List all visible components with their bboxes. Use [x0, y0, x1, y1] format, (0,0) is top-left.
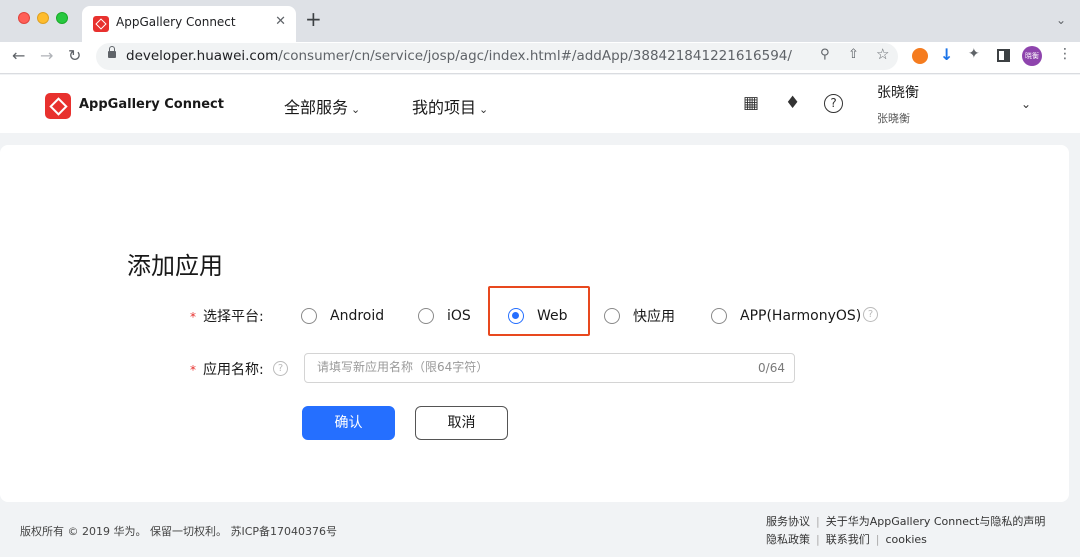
footer-link-service-agreement[interactable]: 服务协议: [766, 515, 810, 528]
logo-text[interactable]: AppGallery Connect: [79, 97, 224, 112]
chevron-down-icon: ⌄: [479, 103, 489, 116]
forward-icon[interactable]: →: [40, 46, 53, 66]
appgallery-logo-icon[interactable]: [45, 93, 71, 119]
download-arrow-icon[interactable]: ↓: [940, 45, 953, 64]
star-icon[interactable]: ☆: [876, 45, 889, 63]
footer-separator: |: [816, 533, 820, 546]
tab-search-chevron-icon[interactable]: ⌄: [1056, 13, 1066, 27]
url-host: developer.huawei.com: [126, 48, 279, 64]
radio-label: Web: [537, 308, 568, 324]
nav-my-projects[interactable]: 我的项目 ⌄: [412, 94, 488, 118]
footer-copyright: 版权所有 © 2019 华为。 保留一切权利。 苏ICP备17040376号: [20, 525, 338, 538]
radio-harmonyos[interactable]: APP(HarmonyOS): [711, 306, 861, 326]
footer-links-row1: 服务协议 | 关于华为AppGallery Connect与隐私的声明: [766, 513, 1045, 529]
required-asterisk: *: [190, 363, 196, 377]
radio-circle[interactable]: [711, 308, 727, 324]
help-icon[interactable]: ?: [824, 94, 843, 113]
nav-my-projects-label: 我的项目: [412, 98, 477, 117]
radio-label: iOS: [447, 308, 471, 324]
footer-link-contact-us[interactable]: 联系我们: [826, 533, 870, 546]
url-text[interactable]: developer.huawei.com/consumer/cn/service…: [126, 48, 792, 64]
radio-web[interactable]: Web: [508, 306, 568, 326]
app-name-label-text: 应用名称:: [203, 362, 264, 378]
radio-label: 快应用: [633, 309, 675, 325]
radio-circle-checked[interactable]: [508, 308, 524, 324]
footer-link-privacy-statement[interactable]: 关于华为AppGallery Connect与隐私的声明: [826, 515, 1046, 528]
maximize-window-button[interactable]: [56, 12, 68, 24]
new-tab-button[interactable]: +: [305, 9, 322, 29]
radio-quick-app[interactable]: 快应用: [604, 306, 675, 326]
cancel-button[interactable]: 取消: [415, 406, 508, 440]
kebab-menu-icon[interactable]: ⋮: [1058, 46, 1072, 62]
browser-toolbar: ← → ↻ developer.huawei.com/consumer/cn/s…: [0, 42, 1080, 74]
back-icon[interactable]: ←: [12, 46, 25, 66]
radio-android[interactable]: Android: [301, 306, 384, 326]
app-name-label: * 应用名称:: [190, 359, 264, 379]
radio-circle[interactable]: [418, 308, 434, 324]
profile-avatar[interactable]: 晓衡: [1022, 46, 1042, 66]
footer-separator: |: [816, 515, 820, 528]
lock-icon: [108, 46, 116, 58]
appgallery-favicon-icon: [93, 16, 109, 32]
platform-label-text: 选择平台:: [203, 309, 264, 325]
char-counter: 0/64: [758, 361, 785, 375]
user-account-name: 张晓衡: [877, 112, 910, 125]
browser-tabstrip: AppGallery Connect ✕ + ⌄: [0, 0, 1080, 42]
nav-all-services[interactable]: 全部服务 ⌄: [284, 94, 360, 118]
puzzle-icon[interactable]: ✦: [968, 46, 980, 62]
browser-tab[interactable]: AppGallery Connect ✕: [82, 6, 296, 42]
store-icon[interactable]: ▦: [743, 93, 759, 113]
user-menu-chevron-icon[interactable]: ⌄: [1021, 97, 1031, 111]
required-asterisk: *: [190, 310, 196, 324]
tab-title: AppGallery Connect: [116, 15, 236, 29]
site-header: AppGallery Connect 全部服务 ⌄ 我的项目 ⌄ ▦ ♦ ? 张晓衡…: [0, 75, 1080, 133]
radio-circle[interactable]: [604, 308, 620, 324]
app-name-input[interactable]: [317, 360, 737, 374]
footer-link-cookies[interactable]: cookies: [885, 533, 926, 546]
radio-circle[interactable]: [301, 308, 317, 324]
minimize-window-button[interactable]: [37, 12, 49, 24]
radio-ios[interactable]: iOS: [418, 306, 471, 326]
user-name[interactable]: 张晓衡: [877, 82, 919, 102]
extension-orange-icon[interactable]: [912, 48, 928, 64]
confirm-button[interactable]: 确认: [302, 406, 395, 440]
app-name-field[interactable]: 0/64: [304, 353, 795, 383]
footer-link-privacy-policy[interactable]: 隐私政策: [766, 533, 810, 546]
app-name-help-icon[interactable]: ?: [273, 361, 288, 376]
nav-all-services-label: 全部服务: [284, 98, 349, 117]
add-app-card: 添加应用 * 选择平台: Android iOS Web 快应用 APP(Harm…: [0, 145, 1069, 502]
share-icon[interactable]: ⇧: [848, 47, 859, 62]
reload-icon[interactable]: ↻: [68, 46, 81, 66]
sidebar-icon[interactable]: [997, 49, 1010, 62]
chevron-down-icon: ⌄: [351, 103, 361, 116]
footer-separator: |: [875, 533, 880, 546]
close-window-button[interactable]: [18, 12, 30, 24]
radio-label: APP(HarmonyOS): [740, 308, 862, 324]
footer-links-row2: 隐私政策 | 联系我们 | cookies: [766, 531, 927, 547]
tab-close-icon[interactable]: ✕: [275, 14, 286, 29]
zoom-icon[interactable]: ⚲: [820, 47, 830, 62]
radio-label: Android: [330, 308, 385, 324]
page-title: 添加应用: [127, 252, 223, 280]
address-bar[interactable]: developer.huawei.com/consumer/cn/service…: [96, 43, 898, 70]
platform-label: * 选择平台:: [190, 306, 264, 326]
bell-icon[interactable]: ♦: [785, 93, 800, 113]
harmonyos-help-icon[interactable]: ?: [863, 307, 878, 322]
url-path: /consumer/cn/service/josp/agc/index.html…: [278, 48, 792, 64]
